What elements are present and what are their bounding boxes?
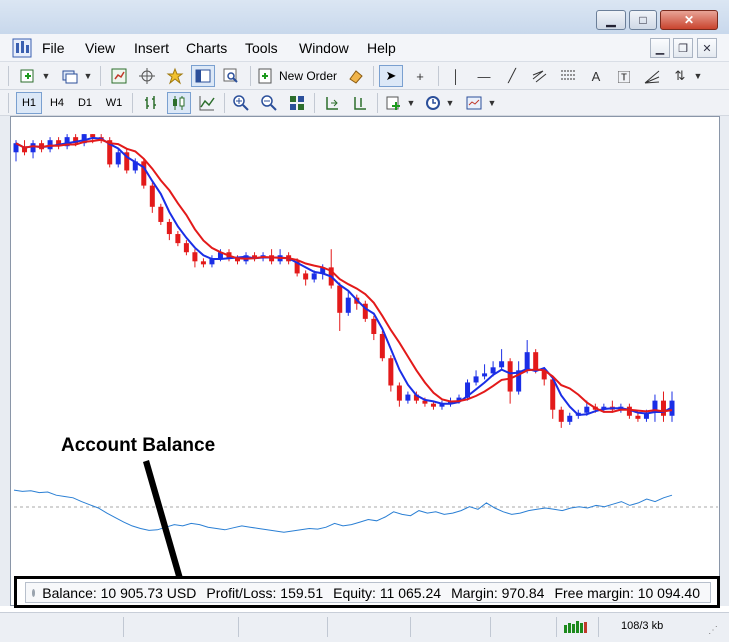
traffic-counter: 108/3 kb <box>621 620 664 632</box>
candle-body <box>30 143 36 153</box>
status-dot-icon <box>32 588 36 597</box>
profit-loss-value: Profit/Loss: 159.51 <box>206 584 324 601</box>
status-divider <box>598 617 599 637</box>
candle-body <box>507 361 513 392</box>
connection-status-icon <box>564 621 587 633</box>
free-margin-value: Free margin: 10 094.40 <box>554 584 700 601</box>
candle-body <box>149 185 155 207</box>
candle-body <box>175 234 181 244</box>
candle-body <box>584 406 590 413</box>
status-divider <box>556 617 557 637</box>
status-divider <box>410 617 411 637</box>
candle-body <box>200 261 206 265</box>
candle-body <box>166 221 172 235</box>
account-summary-row[interactable]: Balance: 10 905.73 USD Profit/Loss: 159.… <box>25 582 711 603</box>
candle-body <box>371 318 377 334</box>
status-divider <box>327 617 328 637</box>
candle-body <box>158 206 164 222</box>
status-bar: 108/3 kb ⋰ <box>0 612 729 642</box>
candle-body <box>567 415 573 422</box>
equity-value: Equity: 11 065.24 <box>333 584 442 601</box>
candle-body <box>482 373 488 377</box>
candle-body <box>115 152 121 165</box>
candle-body <box>345 297 351 313</box>
status-divider <box>490 617 491 637</box>
candle-body <box>303 273 309 280</box>
candle-body <box>396 385 402 401</box>
candle-body <box>473 376 479 383</box>
candle-body <box>635 415 641 419</box>
moving-average-fast <box>15 136 673 417</box>
candle-body <box>430 403 436 407</box>
account-balance-annotation: Account Balance <box>61 435 216 456</box>
annotation-arrow <box>143 460 183 580</box>
candle-body <box>558 409 564 422</box>
candle-body <box>192 252 198 262</box>
price-chart <box>13 134 718 580</box>
candle-body <box>337 285 343 313</box>
account-summary-highlight: Balance: 10 905.73 USD Profit/Loss: 159.… <box>14 576 720 608</box>
candle-body <box>183 243 189 253</box>
resize-grip-icon[interactable]: ⋰ <box>708 625 718 636</box>
candle-body <box>90 134 96 138</box>
candle-body <box>490 367 496 374</box>
candle-body <box>533 352 539 371</box>
indicator-line <box>13 489 673 533</box>
status-divider <box>238 617 239 637</box>
candle-body <box>660 400 666 416</box>
candle-body <box>524 352 530 371</box>
balance-value: Balance: 10 905.73 USD <box>42 584 197 601</box>
moving-average-slow <box>15 138 673 413</box>
status-divider <box>123 617 124 637</box>
candle-body <box>499 361 505 368</box>
candle-body <box>388 358 394 386</box>
candle-body <box>311 273 317 280</box>
candle-body <box>141 161 147 186</box>
candle-body <box>550 379 556 410</box>
candle-body <box>405 394 411 401</box>
margin-value: Margin: 970.84 <box>451 584 545 601</box>
candle-body <box>379 334 385 359</box>
